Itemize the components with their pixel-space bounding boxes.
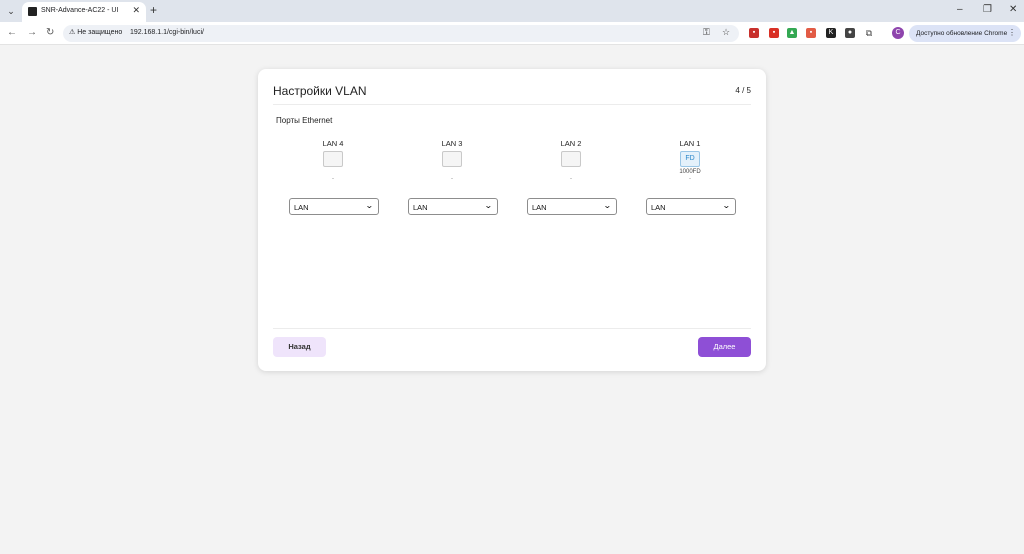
browser-toolbar: ← → ↻ ⚠ Не защищено 192.168.1.1/cgi-bin/…: [0, 22, 1024, 45]
tab-search-icon[interactable]: ⌄: [4, 4, 18, 18]
ethernet-port-icon: [442, 151, 462, 167]
back-icon[interactable]: ←: [7, 26, 17, 40]
lan3-mode-select[interactable]: LAN ⌄: [408, 198, 498, 215]
port-info: -: [332, 176, 334, 182]
vpn-extension-icon[interactable]: ●: [845, 28, 855, 38]
restore-icon[interactable]: ❐: [983, 3, 992, 17]
k-extension-icon[interactable]: K: [826, 28, 836, 38]
divider: [273, 328, 751, 329]
port-label: LAN 4: [322, 139, 344, 148]
extensions-puzzle-icon[interactable]: ⧉: [864, 28, 874, 38]
new-tab-icon[interactable]: +: [150, 3, 157, 17]
vlan-wizard-card: Настройки VLAN 4 / 5 Порты Ethernet LAN …: [258, 69, 766, 371]
close-window-icon[interactable]: ✕: [1009, 3, 1017, 17]
url-text[interactable]: 192.168.1.1/cgi-bin/luci/: [130, 29, 204, 36]
update-label: Доступно обновление Chrome: [916, 30, 1008, 37]
more-menu-icon[interactable]: ⋮: [1008, 28, 1016, 37]
reload-icon[interactable]: ↻: [46, 26, 54, 40]
port-speed: [283, 169, 383, 176]
drive-extension-icon[interactable]: ▲: [787, 28, 797, 38]
ethernet-port-icon: [561, 151, 581, 167]
next-button[interactable]: Далее: [698, 337, 751, 357]
minimize-icon[interactable]: –: [957, 3, 963, 17]
acrobat-extension-icon[interactable]: ▪: [769, 28, 779, 38]
insecure-indicator[interactable]: ⚠ Не защищено: [69, 28, 122, 36]
address-bar[interactable]: ⚠ Не защищено 192.168.1.1/cgi-bin/luci/ …: [63, 25, 739, 42]
port-label: LAN 3: [441, 139, 463, 148]
ethernet-port-icon: [323, 151, 343, 167]
password-key-icon[interactable]: ⚿: [703, 27, 710, 38]
port-lan2: LAN 2 -: [521, 139, 621, 182]
insecure-label: Не защищено: [77, 29, 123, 36]
port-speed: [521, 169, 621, 176]
tab-active[interactable]: SNR-Advance-AC22 - UI ✕: [22, 2, 146, 22]
favicon-icon: [28, 7, 37, 16]
bookmark-star-icon[interactable]: ☆: [722, 27, 730, 38]
tab-strip: ⌄ SNR-Advance-AC22 - UI ✕ + – ❐ ✕: [0, 0, 1024, 22]
tab-title: SNR-Advance-AC22 - UI: [41, 7, 119, 14]
chevron-down-icon: ⌄: [722, 201, 732, 210]
back-button[interactable]: Назад: [273, 337, 326, 357]
port-lan4: LAN 4 -: [283, 139, 383, 182]
chrome-update-button[interactable]: Доступно обновление Chrome ⋮: [909, 25, 1021, 42]
page-title: Настройки VLAN: [273, 84, 367, 98]
lan1-mode-select[interactable]: LAN ⌄: [646, 198, 736, 215]
red-extension-icon[interactable]: ▪: [806, 28, 816, 38]
tab-close-icon[interactable]: ✕: [132, 5, 140, 16]
port-info: -: [570, 176, 572, 182]
forward-icon[interactable]: →: [27, 26, 37, 40]
lan4-mode-select[interactable]: LAN ⌄: [289, 198, 379, 215]
ethernet-port-icon: FD: [680, 151, 700, 167]
divider: [273, 104, 751, 105]
port-label: LAN 1: [679, 139, 701, 148]
lan2-mode-select[interactable]: LAN ⌄: [527, 198, 617, 215]
select-value: LAN: [294, 203, 309, 212]
port-info: -: [451, 176, 453, 182]
chevron-down-icon: ⌄: [365, 201, 375, 210]
profile-avatar[interactable]: C: [892, 27, 904, 39]
pdf-extension-icon[interactable]: ▪: [749, 28, 759, 38]
port-lan1: LAN 1 FD 1000FD -: [640, 139, 740, 182]
port-speed: 1000FD: [679, 169, 701, 175]
port-label: LAN 2: [560, 139, 582, 148]
section-title: Порты Ethernet: [276, 116, 333, 125]
select-value: LAN: [651, 203, 666, 212]
warning-icon: ⚠: [69, 29, 76, 36]
port-speed: [402, 169, 502, 176]
port-lan3: LAN 3 -: [402, 139, 502, 182]
select-value: LAN: [413, 203, 428, 212]
chevron-down-icon: ⌄: [484, 201, 494, 210]
select-value: LAN: [532, 203, 547, 212]
port-info: -: [689, 176, 691, 182]
chevron-down-icon: ⌄: [603, 201, 613, 210]
step-indicator: 4 / 5: [735, 86, 751, 95]
